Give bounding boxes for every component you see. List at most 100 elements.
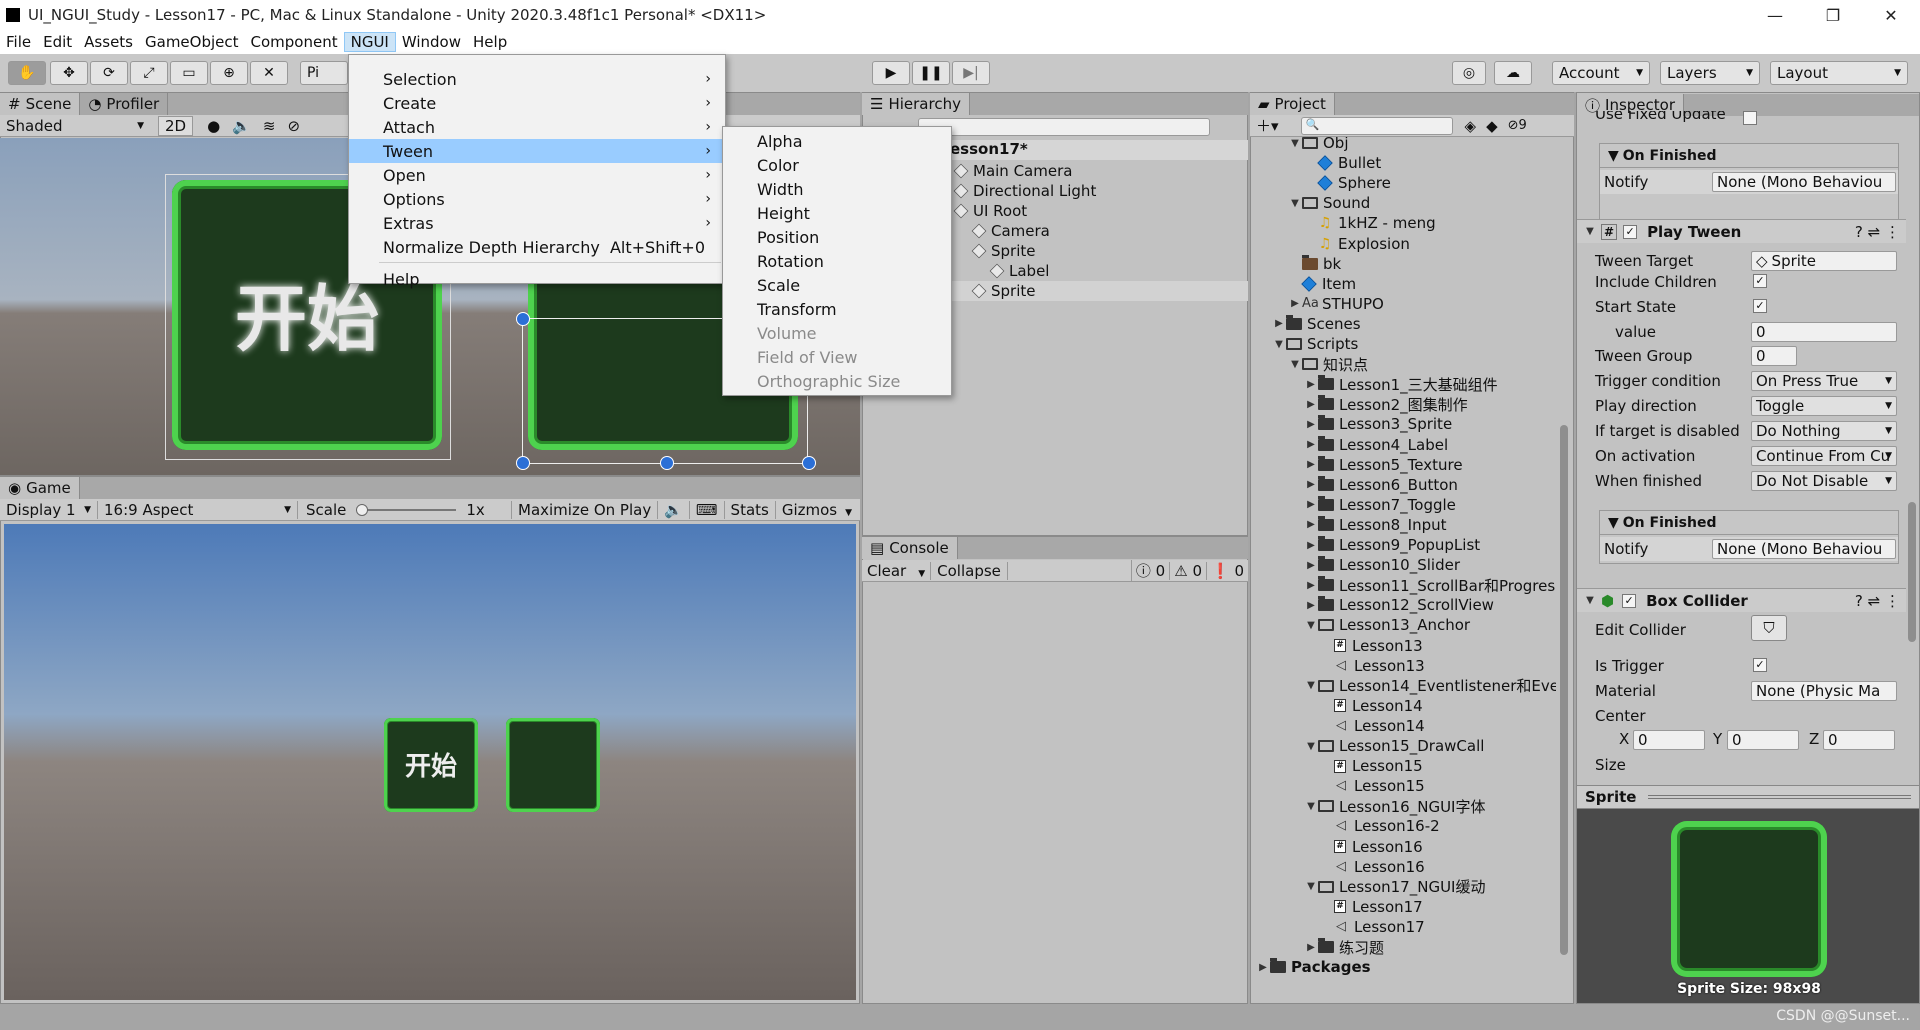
audio-icon[interactable]: 🔈: [232, 117, 251, 135]
is-trigger-checkbox[interactable]: ✓: [1753, 658, 1767, 672]
filter-label-icon[interactable]: ◆: [1486, 117, 1498, 135]
caret-right-icon[interactable]: ▶: [1304, 580, 1318, 591]
scale-tool-icon[interactable]: ⤢: [130, 61, 168, 85]
caret-right-icon[interactable]: ▶: [1304, 479, 1318, 490]
project-item[interactable]: ▼ Lesson17_NGUI缓动: [1304, 877, 1485, 897]
caret-right-icon[interactable]: ▶: [1304, 439, 1318, 450]
hierarchy-search-input[interactable]: [918, 118, 1210, 136]
project-item[interactable]: ▶ Lesson11_ScrollBar和Progress: [1304, 575, 1556, 595]
caret-right-icon[interactable]: ▶: [1304, 379, 1318, 390]
project-item[interactable]: ▶ Packages: [1256, 957, 1371, 977]
project-item[interactable]: # Lesson13: [1320, 636, 1423, 656]
ngui-menu-item-extras[interactable]: Extras ›: [349, 211, 725, 235]
caret-right-icon[interactable]: ▶: [1272, 318, 1286, 329]
handle-bottom-right-icon[interactable]: [802, 456, 816, 470]
pivot-toggle[interactable]: Pi: [300, 61, 348, 85]
menu-assets[interactable]: Assets: [78, 33, 139, 51]
console-collapse-toggle[interactable]: Collapse: [931, 561, 1008, 580]
caret-right-icon[interactable]: ▶: [1304, 399, 1318, 410]
play-tween-enabled-checkbox[interactable]: ✓: [1623, 224, 1638, 239]
game-start-button[interactable]: 开始: [384, 718, 478, 812]
collab-icon[interactable]: ◎: [1452, 61, 1486, 85]
tab-hierarchy[interactable]: ☰ Hierarchy: [862, 93, 970, 115]
add-asset-icon[interactable]: ＋▾: [1256, 115, 1279, 136]
caret-right-icon[interactable]: ▶: [1304, 560, 1318, 571]
handle-bottom-icon[interactable]: [660, 456, 674, 470]
rotate-tool-icon[interactable]: ⟳: [90, 61, 128, 85]
project-item[interactable]: # Lesson17: [1320, 897, 1423, 917]
play-button[interactable]: ▶: [872, 61, 910, 85]
scale-slider[interactable]: Scale 1x: [298, 500, 512, 519]
ngui-menu-item-selection[interactable]: Selection ›: [349, 67, 725, 91]
project-item[interactable]: ◁ Lesson15: [1320, 776, 1425, 796]
caret-down-icon[interactable]: ▼: [1272, 339, 1286, 350]
use-fixed-update-checkbox[interactable]: [1743, 111, 1757, 125]
hand-tool-icon[interactable]: ✋: [8, 61, 46, 85]
project-item[interactable]: ▶ Lesson1_三大基础组件: [1304, 374, 1498, 394]
pause-button[interactable]: ❚❚: [912, 61, 950, 85]
project-item[interactable]: ▶ Lesson9_PopupList: [1304, 535, 1480, 555]
project-item[interactable]: Bullet: [1304, 153, 1381, 173]
minimize-button[interactable]: —: [1746, 0, 1804, 30]
layers-dropdown[interactable]: Layers ▼: [1660, 61, 1760, 85]
project-item[interactable]: ▶ Lesson4_Label: [1304, 435, 1448, 455]
caret-down-icon[interactable]: ▼: [1288, 198, 1302, 209]
notify-field-2[interactable]: None (Mono Behaviou: [1712, 539, 1896, 559]
console-log-toggle[interactable]: ⓘ 0: [1130, 560, 1169, 581]
inspector-scrollbar[interactable]: [1906, 118, 1918, 778]
project-item[interactable]: Sphere: [1304, 173, 1391, 193]
project-item[interactable]: ▶ 练习题: [1304, 937, 1384, 957]
mode-2d-toggle[interactable]: 2D: [158, 115, 194, 136]
aspect-dropdown[interactable]: 16:9 Aspect ▼: [98, 500, 298, 519]
project-item[interactable]: ▶ Lesson8_Input: [1304, 515, 1447, 535]
inspector-scroll-thumb[interactable]: [1908, 502, 1916, 642]
ngui-menu-item-create[interactable]: Create ›: [349, 91, 725, 115]
caret-down-icon[interactable]: ▼: [1304, 881, 1318, 892]
project-item[interactable]: ▼ Obj: [1288, 137, 1349, 153]
project-item[interactable]: ▶ Lesson10_Slider: [1304, 555, 1460, 575]
mute-audio-icon[interactable]: 🔈: [658, 500, 690, 519]
tween-menu-item-height[interactable]: Height: [723, 201, 951, 225]
project-item[interactable]: Item: [1288, 274, 1356, 294]
shading-dropdown[interactable]: Shaded ▼: [0, 117, 150, 135]
project-item[interactable]: ♫ Explosion: [1304, 234, 1410, 254]
console-error-toggle[interactable]: ❗ 0: [1205, 561, 1248, 580]
tween-menu-item-transform[interactable]: Transform: [723, 297, 951, 321]
component-menu-icon[interactable]: ? ⇌ ⋮: [1855, 223, 1900, 241]
project-item[interactable]: ♫ 1kHZ - meng: [1304, 213, 1436, 233]
menu-file[interactable]: File: [0, 33, 37, 51]
project-item[interactable]: ▼ Sound: [1288, 193, 1370, 213]
tween-menu-item-position[interactable]: Position: [723, 225, 951, 249]
caret-right-icon[interactable]: ▶: [1304, 540, 1318, 551]
stats-toggle[interactable]: Stats: [725, 500, 776, 519]
caret-right-icon[interactable]: ▶: [1288, 298, 1302, 309]
tween-menu-item-alpha[interactable]: Alpha: [723, 129, 951, 153]
hidden-objects-icon[interactable]: ⊘: [287, 117, 300, 135]
project-item[interactable]: ▼ Scripts: [1272, 334, 1358, 354]
project-item[interactable]: bk: [1288, 254, 1341, 274]
on-finished-header-1[interactable]: ▼ On Finished: [1600, 144, 1898, 168]
move-tool-icon[interactable]: ✥: [50, 61, 88, 85]
project-search-input[interactable]: 🔍: [1300, 116, 1453, 135]
tween-menu-item-scale[interactable]: Scale: [723, 273, 951, 297]
custom-tool-icon[interactable]: ✕: [250, 61, 288, 85]
center-y-field[interactable]: 0: [1727, 730, 1799, 750]
project-item[interactable]: ▼ 知识点: [1288, 354, 1368, 374]
play-direction-dropdown[interactable]: Toggle: [1751, 396, 1897, 416]
caret-down-icon[interactable]: ▼: [1304, 741, 1318, 752]
project-item[interactable]: ▼ Lesson15_DrawCall: [1304, 736, 1484, 756]
rect-tool-icon[interactable]: ▭: [170, 61, 208, 85]
caret-down-icon[interactable]: ▼: [1288, 359, 1302, 370]
project-item[interactable]: ◁ Lesson16-2: [1320, 816, 1440, 836]
play-tween-header[interactable]: ▼ # ✓ Play Tween ? ⇌ ⋮: [1577, 219, 1910, 243]
project-item[interactable]: ▼ Lesson13_Anchor: [1304, 615, 1470, 635]
project-item[interactable]: # Lesson15: [1320, 756, 1423, 776]
box-collider-enabled-checkbox[interactable]: ✓: [1622, 593, 1637, 608]
menu-help[interactable]: Help: [467, 33, 513, 51]
handle-left-icon[interactable]: [516, 312, 530, 326]
project-item[interactable]: ▶ Scenes: [1272, 314, 1361, 334]
caret-down-icon[interactable]: ▼: [1304, 620, 1318, 631]
caret-down-icon[interactable]: ▼: [1304, 801, 1318, 812]
display-dropdown[interactable]: Display 1 ▼: [0, 500, 98, 519]
material-field[interactable]: None (Physic Ma: [1751, 681, 1897, 701]
